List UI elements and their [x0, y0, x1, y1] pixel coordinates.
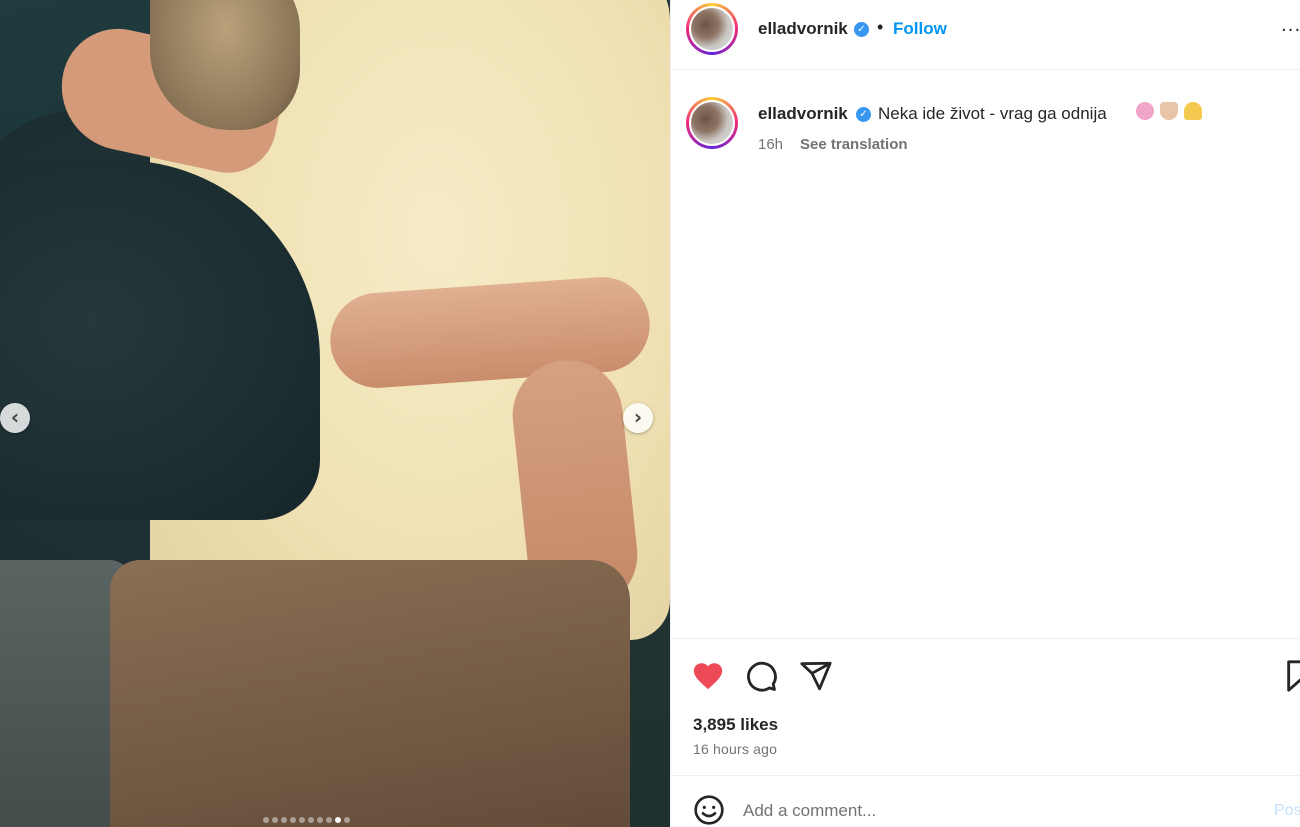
comment-icon[interactable]: [744, 659, 778, 693]
chevron-left-icon: ‹: [10, 405, 20, 429]
smiling-face-with-hearts-icon: [1136, 102, 1154, 120]
carousel-dots: [263, 817, 350, 825]
post-media[interactable]: ‹ ›: [0, 0, 670, 827]
likes-count[interactable]: 3,895 likes: [693, 715, 778, 735]
follow-button[interactable]: Follow: [893, 19, 947, 39]
caption-emojis: [1136, 102, 1202, 120]
carousel-prev-button[interactable]: ‹: [0, 403, 30, 433]
folded-hands-icon: [1184, 102, 1202, 120]
verified-badge-icon: ✓: [854, 22, 869, 37]
carousel-dot: [317, 817, 323, 823]
bookmark-icon[interactable]: [1283, 659, 1300, 693]
share-icon[interactable]: [799, 659, 833, 693]
post-comment-button[interactable]: Post: [1274, 802, 1300, 820]
photo-pants: [110, 560, 630, 827]
caption-username[interactable]: elladvornik: [758, 104, 848, 124]
header-username[interactable]: elladvornik: [758, 19, 848, 39]
verified-badge-icon: ✓: [856, 107, 871, 122]
caption-time[interactable]: 16h: [758, 136, 783, 153]
carousel-dot: [335, 817, 341, 823]
carousel-dot: [290, 817, 296, 823]
carousel-dot: [272, 817, 278, 823]
chevron-right-icon: ›: [633, 405, 643, 429]
carousel-dot: [326, 817, 332, 823]
heart-hands-icon: [1160, 102, 1178, 120]
comment-input[interactable]: [743, 796, 1243, 826]
carousel-next-button[interactable]: ›: [623, 403, 653, 433]
post-actions: 3,895 likes 16 hours ago: [671, 638, 1300, 775]
more-options-icon[interactable]: ...: [1281, 15, 1300, 36]
see-translation-link[interactable]: See translation: [800, 136, 908, 153]
post-timestamp[interactable]: 16 hours ago: [693, 741, 777, 757]
carousel-dot: [308, 817, 314, 823]
emoji-icon[interactable]: [693, 794, 725, 826]
post-side-panel: elladvornik ✓ • Follow ... elladvornik ✓…: [670, 0, 1300, 827]
header-separator: •: [877, 17, 884, 37]
avatar[interactable]: [686, 3, 738, 55]
carousel-dot: [281, 817, 287, 823]
caption-text: Neka ide život - vrag ga odnija: [878, 104, 1107, 123]
post-header: elladvornik ✓ • Follow ...: [671, 0, 1300, 70]
carousel-dot: [344, 817, 350, 823]
comment-bar: Post: [671, 775, 1300, 827]
carousel-dot: [263, 817, 269, 823]
carousel-dot: [299, 817, 305, 823]
heart-icon[interactable]: [691, 659, 725, 693]
caption-avatar[interactable]: [686, 97, 738, 149]
